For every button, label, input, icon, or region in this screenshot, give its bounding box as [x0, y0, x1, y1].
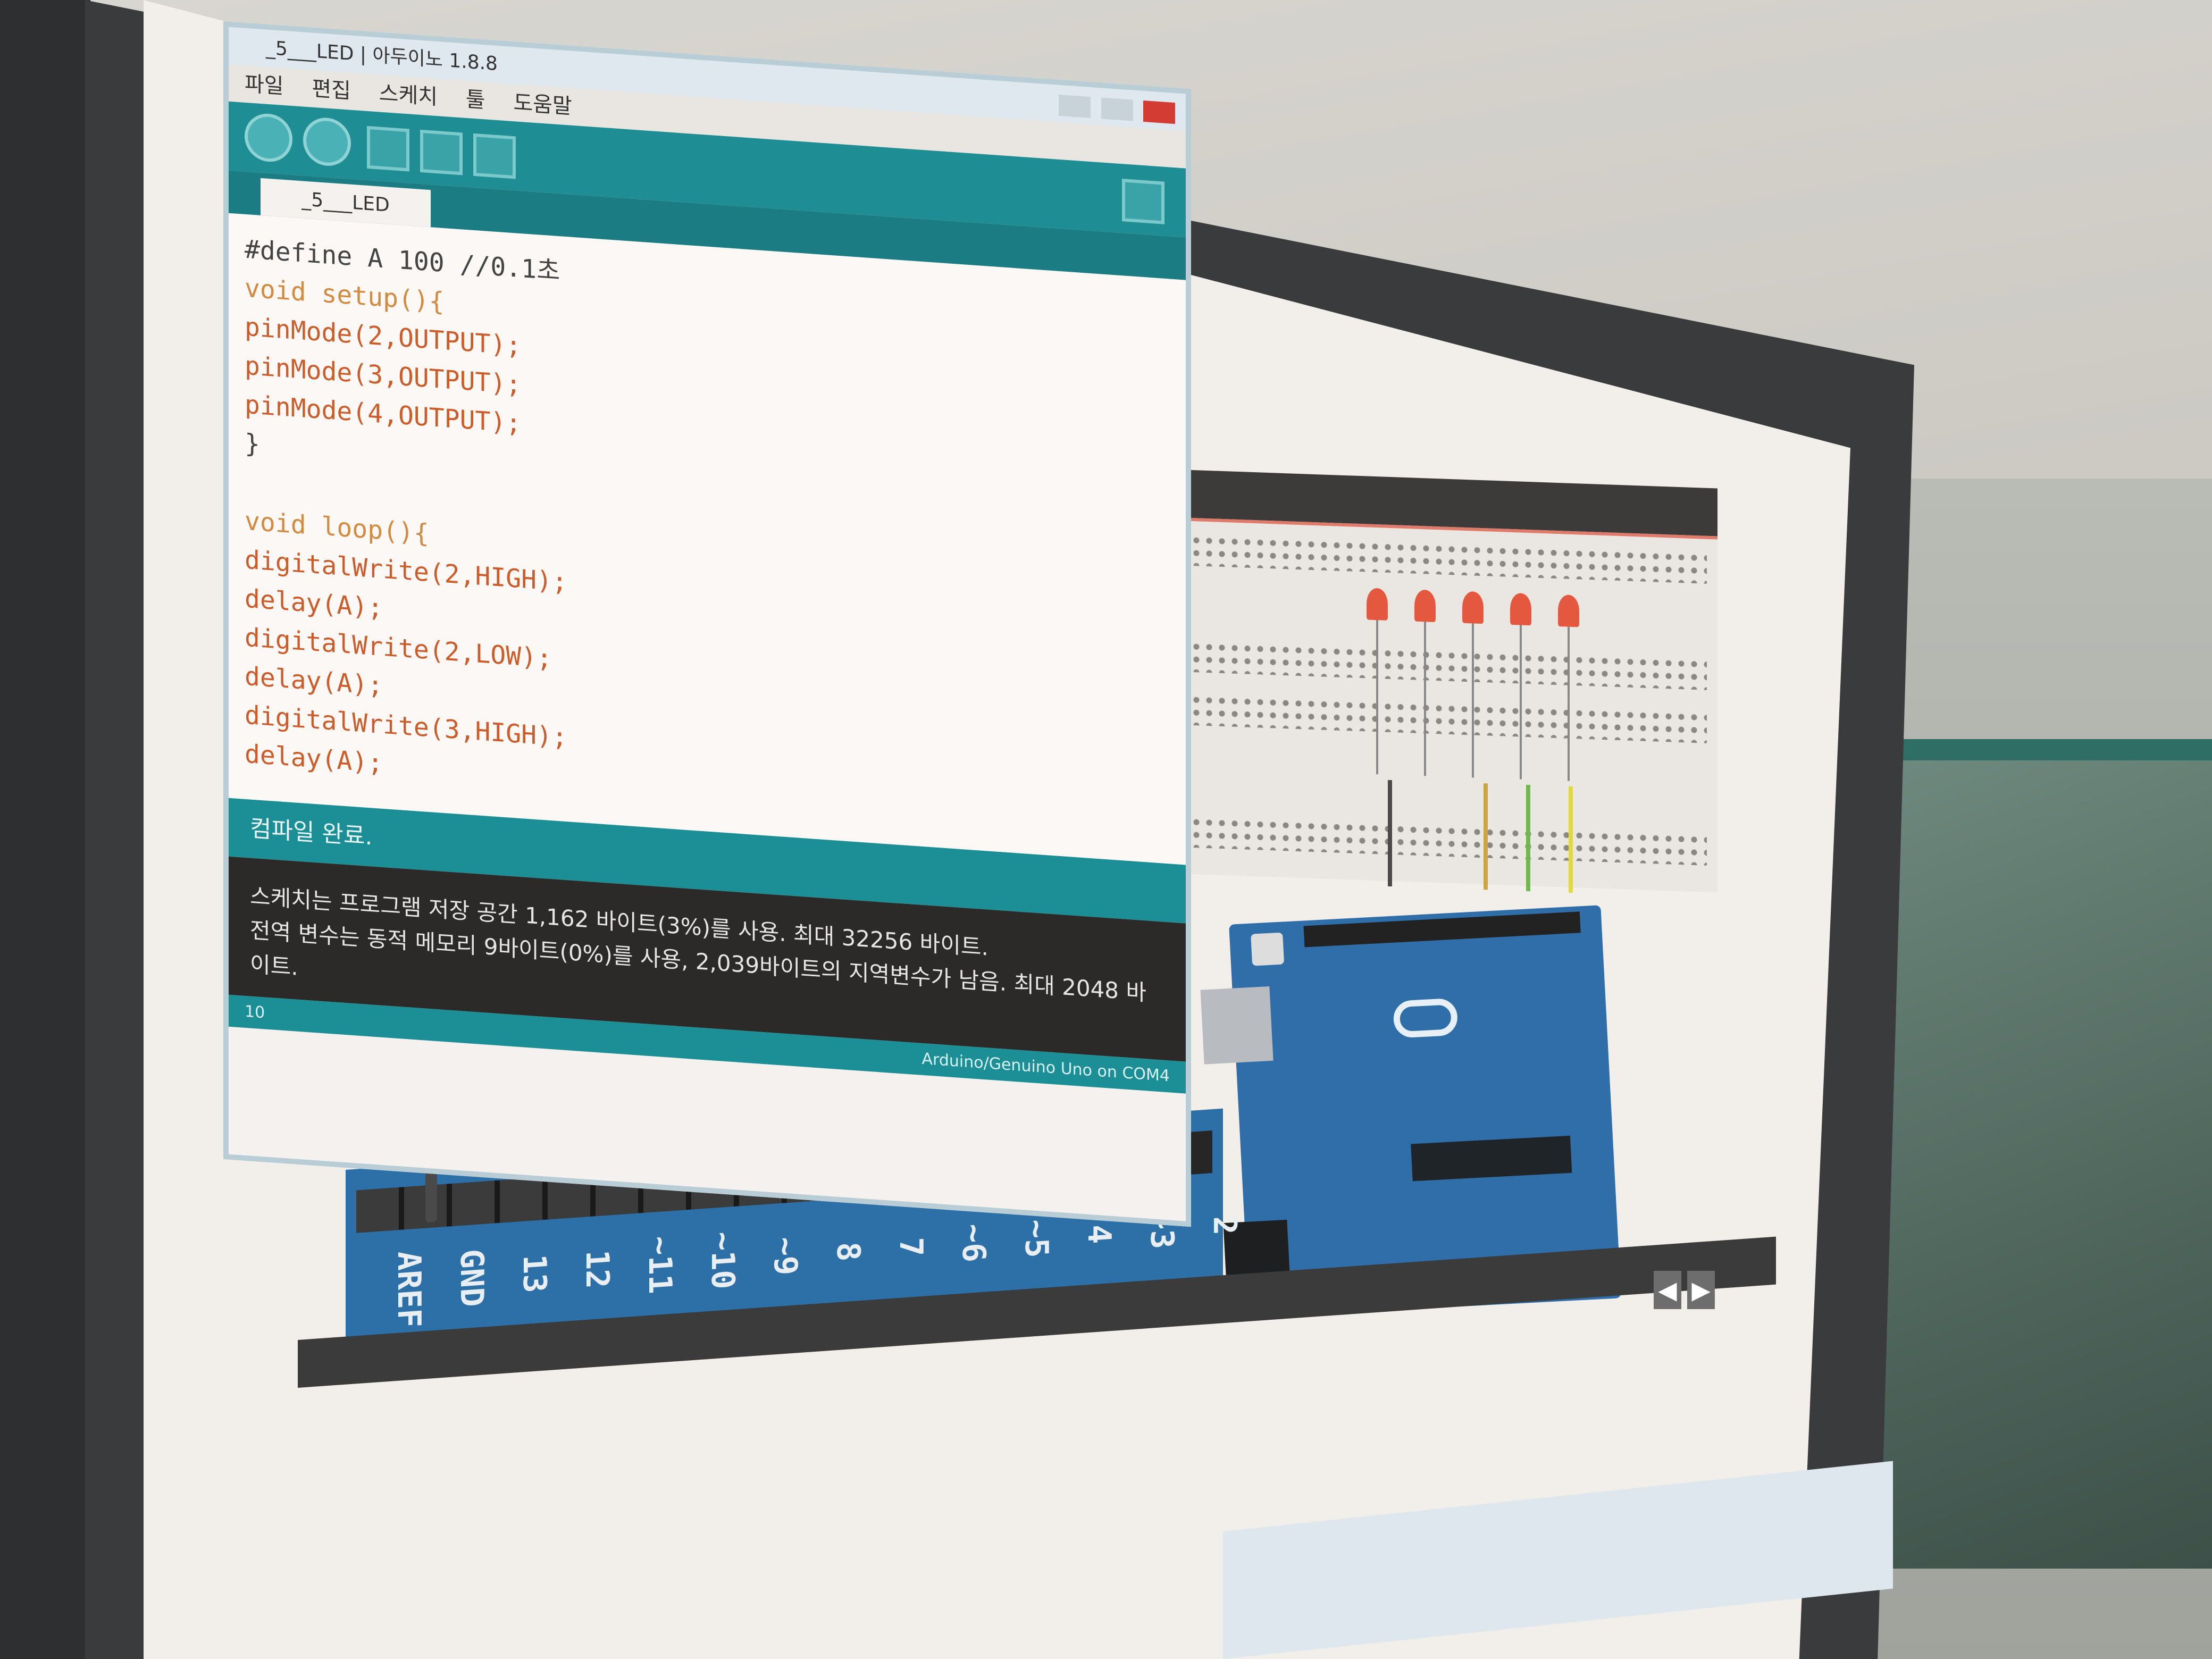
breadboard-holes — [1164, 639, 1707, 690]
arduino-logo-icon — [1393, 998, 1459, 1038]
maximize-button[interactable] — [1101, 97, 1133, 121]
menu-tools[interactable]: 툴 — [466, 87, 485, 113]
verify-icon[interactable] — [245, 112, 292, 164]
save-sketch-icon[interactable] — [473, 133, 516, 179]
wire — [1388, 780, 1392, 887]
usb-port — [1200, 986, 1273, 1065]
reset-button — [1251, 932, 1285, 966]
minimize-button[interactable] — [1059, 94, 1091, 119]
led-leg — [1520, 625, 1522, 780]
wire — [1484, 783, 1488, 890]
next-slide-button[interactable]: ▶ — [1687, 1271, 1715, 1309]
led-leg — [1472, 623, 1474, 778]
upload-icon[interactable] — [303, 116, 351, 167]
close-button[interactable] — [1143, 100, 1175, 124]
wire — [1569, 786, 1573, 893]
arduino-ide-window: _5___LED | 아두이노 1.8.8 파일 편집 스케치 툴 도움말 _5… — [223, 21, 1191, 1227]
pin-socket — [356, 1187, 404, 1233]
menu-edit[interactable]: 편집 — [312, 77, 351, 104]
breadboard-holes — [1164, 692, 1707, 743]
serial-monitor-icon[interactable] — [1122, 179, 1164, 224]
new-sketch-icon[interactable] — [367, 125, 409, 172]
led-1 — [1367, 588, 1388, 621]
microcontroller-chip — [1411, 1135, 1572, 1182]
led-5 — [1558, 594, 1579, 627]
led-leg — [1568, 626, 1570, 781]
led-leg — [1424, 622, 1426, 776]
breadboard-holes — [1164, 533, 1707, 584]
menu-help[interactable]: 도움말 — [513, 90, 572, 119]
pin-socket — [500, 1177, 548, 1223]
led-4 — [1510, 592, 1531, 626]
wire — [1526, 784, 1530, 892]
slide-nav: ◀ ▶ — [1654, 1271, 1718, 1309]
prev-slide-button[interactable]: ◀ — [1654, 1271, 1681, 1309]
led-3 — [1462, 591, 1484, 624]
open-sketch-icon[interactable] — [420, 129, 463, 175]
pin-socket — [452, 1180, 500, 1227]
left-wall — [0, 0, 90, 1659]
code-editor[interactable]: #define A 100 //0.1초 void setup(){ pinMo… — [229, 213, 1186, 865]
breadboard-holes — [1164, 815, 1707, 866]
menu-sketch[interactable]: 스케치 — [379, 81, 438, 110]
led-leg — [1376, 620, 1378, 775]
menu-file[interactable]: 파일 — [245, 72, 284, 99]
line-number: 10 — [245, 1002, 265, 1023]
led-2 — [1414, 589, 1436, 622]
breadboard — [1154, 468, 1717, 893]
